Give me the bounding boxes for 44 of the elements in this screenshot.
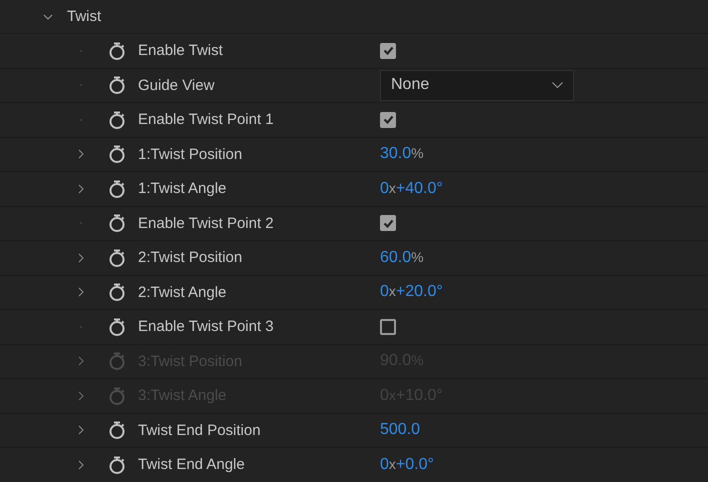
checkmark-icon — [382, 115, 394, 124]
value-field[interactable]: 60.0% — [380, 248, 424, 267]
stopwatch-icon[interactable] — [108, 110, 126, 130]
property-label: Enable Twist Point 1 — [138, 111, 275, 128]
value-field[interactable]: 500.0 — [380, 421, 420, 440]
value-field[interactable]: 0x+0.0° — [380, 456, 434, 474]
expand-caret-icon[interactable] — [78, 425, 84, 436]
stopwatch-icon[interactable] — [108, 282, 126, 302]
stopwatch-icon[interactable] — [108, 420, 126, 440]
stopwatch-icon[interactable] — [108, 454, 126, 475]
checkbox[interactable] — [380, 112, 396, 128]
property-label: Enable Twist Point 2 — [138, 214, 275, 232]
stopwatch-icon[interactable] — [108, 40, 126, 61]
checkbox[interactable] — [380, 215, 396, 232]
value-field[interactable]: 30.0% — [380, 145, 424, 164]
stopwatch-icon[interactable] — [108, 178, 126, 199]
value-field[interactable]: 0x+20.0° — [380, 283, 443, 302]
property-label: 1:Twist Position — [138, 146, 244, 163]
checkmark-icon — [382, 46, 394, 56]
property-label: 2:Twist Position — [138, 249, 244, 266]
property-label: Twist End Angle — [138, 456, 246, 474]
stopwatch-icon[interactable] — [108, 248, 126, 268]
stopwatch-icon[interactable] — [108, 75, 126, 96]
expand-caret-icon[interactable] — [78, 287, 84, 298]
expand-caret-icon[interactable] — [78, 149, 84, 160]
stopwatch-icon[interactable] — [108, 316, 126, 337]
group-title: Twist — [67, 8, 102, 25]
property-label: Enable Twist — [138, 42, 224, 60]
property-label: Twist End Position — [138, 422, 262, 439]
chevron-down-icon — [552, 82, 563, 88]
expand-caret-icon[interactable] — [78, 252, 84, 263]
expand-caret-icon[interactable] — [78, 460, 84, 470]
property-label: Enable Twist Point 3 — [138, 318, 275, 336]
expand-caret-icon[interactable] — [78, 184, 84, 194]
value-field[interactable]: 0x+40.0° — [380, 180, 443, 198]
dropdown[interactable]: None — [380, 70, 574, 101]
checkbox[interactable] — [380, 318, 396, 335]
checkmark-icon — [382, 218, 394, 228]
property-label: 1:Twist Angle — [138, 180, 228, 198]
property-label: Guide View — [138, 76, 216, 94]
stopwatch-icon[interactable] — [108, 144, 126, 164]
stopwatch-icon[interactable] — [108, 213, 126, 234]
property-label: 2:Twist Angle — [138, 284, 228, 301]
checkbox[interactable] — [380, 42, 396, 59]
